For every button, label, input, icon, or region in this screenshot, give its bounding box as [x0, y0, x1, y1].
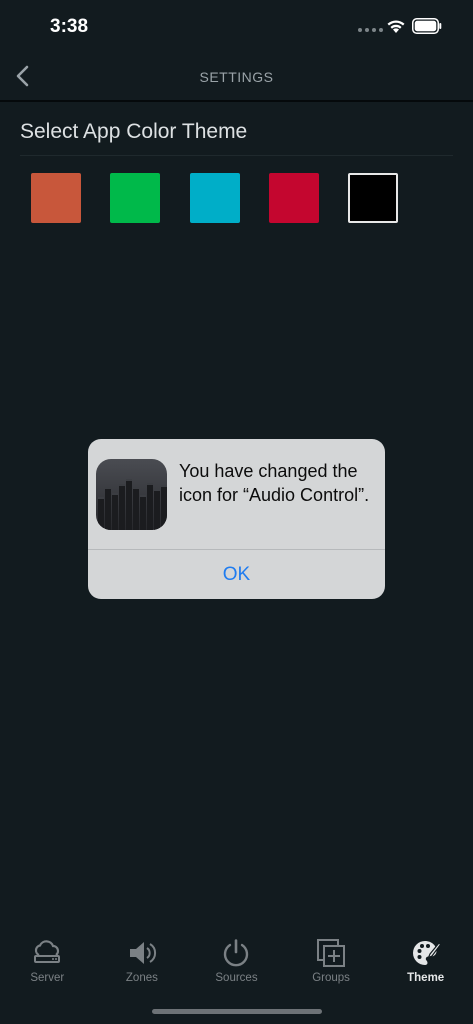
audio-control-app-icon: [96, 459, 167, 530]
tab-groups[interactable]: Groups: [284, 930, 379, 990]
speaker-icon: [127, 938, 157, 968]
power-icon: [221, 938, 251, 968]
alert-dialog: You have changed the icon for “Audio Con…: [88, 439, 385, 599]
tab-label: Zones: [125, 972, 158, 984]
tab-label: Server: [30, 972, 65, 984]
tab-server[interactable]: Server: [0, 930, 95, 990]
alert-overlay: You have changed the icon for “Audio Con…: [0, 0, 473, 1024]
tab-label: Groups: [312, 972, 350, 984]
home-indicator: [152, 1009, 322, 1014]
tab-theme[interactable]: Theme: [378, 930, 473, 990]
tab-zones[interactable]: Zones: [95, 930, 190, 990]
tab-label: Theme: [407, 972, 445, 984]
tab-sources[interactable]: Sources: [189, 930, 284, 990]
palette-icon: [411, 938, 441, 968]
alert-message: You have changed the icon for “Audio Con…: [179, 461, 370, 505]
tab-label: Sources: [215, 972, 258, 984]
tab-bar: Server Zones Sources Groups Theme: [0, 930, 473, 990]
layers-plus-icon: [316, 938, 346, 968]
ok-button[interactable]: OK: [88, 550, 385, 599]
cloud-server-icon: [32, 938, 62, 968]
